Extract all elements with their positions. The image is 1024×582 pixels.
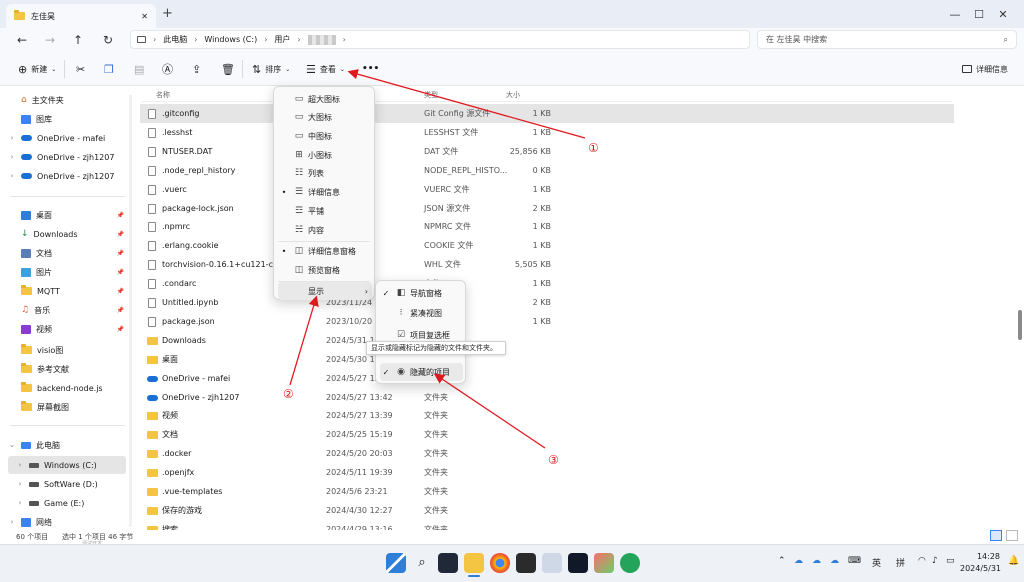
scrollbar-thumb[interactable] [1018, 310, 1022, 340]
file-explorer-icon[interactable] [464, 553, 484, 573]
wifi-icon[interactable]: ◠ [918, 556, 926, 566]
clock-date[interactable]: 2024/5/31 [960, 564, 1001, 573]
app-icon-3[interactable] [594, 553, 614, 573]
taskbar-search-icon[interactable]: ⌕ [412, 553, 432, 573]
annotation-marker-2: ② [283, 387, 294, 401]
image-app-icon[interactable] [542, 553, 562, 573]
app-icon-2[interactable] [568, 553, 588, 573]
details-view-toggle-icon[interactable] [990, 530, 1002, 541]
onedrive-tray-icon[interactable]: ☁ [794, 556, 803, 566]
app-icon-1[interactable] [438, 553, 458, 573]
arrow-to-hidden-items [433, 373, 546, 449]
annotation-marker-3: ③ [548, 453, 559, 467]
tray-chevron-up-icon[interactable]: ⌃ [778, 556, 786, 566]
item-count: 60 个项目 [16, 533, 49, 541]
list-scrollbar[interactable] [1016, 88, 1024, 530]
ime-english[interactable]: 英 [872, 556, 881, 569]
annotation-marker-1: ① [588, 141, 599, 155]
annotation-arrows [289, 69, 586, 449]
battery-icon[interactable]: ▭ [946, 556, 955, 566]
arrow-to-show-item [289, 295, 319, 386]
volume-icon[interactable]: ♪ [932, 556, 938, 566]
chrome-icon[interactable] [490, 553, 510, 573]
taskbar [0, 544, 1024, 582]
active-indicator [468, 575, 480, 577]
clock-time[interactable]: 14:28 [970, 552, 1000, 561]
terminal-icon[interactable] [516, 553, 536, 573]
arrow-to-view-button [347, 69, 586, 139]
notifications-icon[interactable]: 🔔 [1008, 556, 1019, 566]
start-icon[interactable] [386, 553, 406, 573]
ime-pinyin[interactable]: 拼 [896, 556, 905, 569]
ime-switch-icon[interactable]: ⌨ [848, 556, 861, 566]
onedrive-tray-icon[interactable]: ☁ [812, 556, 821, 566]
tiles-view-toggle-icon[interactable] [1006, 530, 1018, 541]
status-bar [0, 530, 1024, 544]
wechat-icon[interactable] [620, 553, 640, 573]
onedrive-tray-icon[interactable]: ☁ [830, 556, 839, 566]
